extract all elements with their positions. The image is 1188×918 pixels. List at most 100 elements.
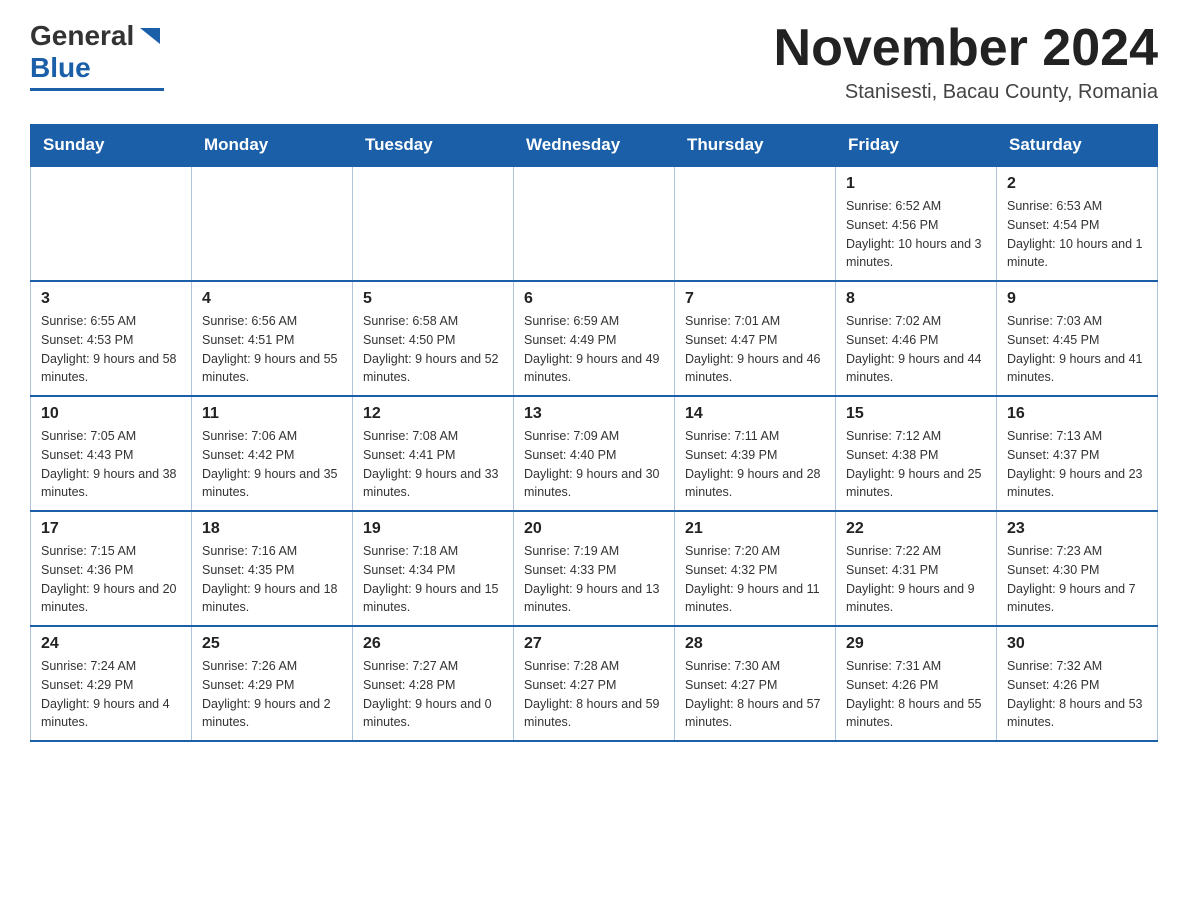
day-info: Sunrise: 7:24 AM Sunset: 4:29 PM Dayligh… <box>41 657 181 732</box>
calendar-cell: 20 Sunrise: 7:19 AM Sunset: 4:33 PM Dayli… <box>514 511 675 626</box>
day-info: Sunrise: 7:09 AM Sunset: 4:40 PM Dayligh… <box>524 427 664 502</box>
calendar-cell: 11 Sunrise: 7:06 AM Sunset: 4:42 PM Dayli… <box>192 396 353 511</box>
calendar-cell: 15 Sunrise: 7:12 AM Sunset: 4:38 PM Dayli… <box>836 396 997 511</box>
day-info: Sunrise: 6:55 AM Sunset: 4:53 PM Dayligh… <box>41 312 181 387</box>
day-info: Sunrise: 6:56 AM Sunset: 4:51 PM Dayligh… <box>202 312 342 387</box>
calendar-week-row: 10 Sunrise: 7:05 AM Sunset: 4:43 PM Dayli… <box>31 396 1158 511</box>
calendar-cell <box>31 166 192 281</box>
calendar-cell: 26 Sunrise: 7:27 AM Sunset: 4:28 PM Dayli… <box>353 626 514 741</box>
logo-triangle-icon <box>136 22 164 50</box>
day-info: Sunrise: 7:26 AM Sunset: 4:29 PM Dayligh… <box>202 657 342 732</box>
calendar-cell: 13Sunrise: 7:09 AM Sunset: 4:40 PM Dayli… <box>514 396 675 511</box>
calendar-cell: 28 Sunrise: 7:30 AM Sunset: 4:27 PM Dayli… <box>675 626 836 741</box>
calendar-week-row: 17 Sunrise: 7:15 AM Sunset: 4:36 PM Dayli… <box>31 511 1158 626</box>
column-header-sunday: Sunday <box>31 125 192 167</box>
day-info: Sunrise: 7:27 AM Sunset: 4:28 PM Dayligh… <box>363 657 503 732</box>
calendar-cell: 8Sunrise: 7:02 AM Sunset: 4:46 PM Daylig… <box>836 281 997 396</box>
calendar-cell: 18 Sunrise: 7:16 AM Sunset: 4:35 PM Dayli… <box>192 511 353 626</box>
calendar-cell: 4 Sunrise: 6:56 AM Sunset: 4:51 PM Daylig… <box>192 281 353 396</box>
calendar-week-row: 3 Sunrise: 6:55 AM Sunset: 4:53 PM Daylig… <box>31 281 1158 396</box>
calendar-cell: 17 Sunrise: 7:15 AM Sunset: 4:36 PM Dayli… <box>31 511 192 626</box>
page-header: General Blue November 2024 Stanisesti, B… <box>30 20 1158 104</box>
column-header-thursday: Thursday <box>675 125 836 167</box>
day-number: 26 <box>363 635 503 653</box>
day-info: Sunrise: 6:59 AM Sunset: 4:49 PM Dayligh… <box>524 312 664 387</box>
column-header-tuesday: Tuesday <box>353 125 514 167</box>
day-number: 19 <box>363 520 503 538</box>
day-number: 14 <box>685 405 825 423</box>
day-number: 22 <box>846 520 986 538</box>
calendar-cell: 9 Sunrise: 7:03 AM Sunset: 4:45 PM Daylig… <box>997 281 1158 396</box>
day-number: 6 <box>524 290 664 308</box>
column-header-saturday: Saturday <box>997 125 1158 167</box>
day-info: Sunrise: 7:30 AM Sunset: 4:27 PM Dayligh… <box>685 657 825 732</box>
calendar-cell: 29Sunrise: 7:31 AM Sunset: 4:26 PM Dayli… <box>836 626 997 741</box>
day-number: 24 <box>41 635 181 653</box>
day-number: 11 <box>202 405 342 423</box>
day-number: 2 <box>1007 175 1147 193</box>
day-number: 28 <box>685 635 825 653</box>
calendar-cell: 12 Sunrise: 7:08 AM Sunset: 4:41 PM Dayli… <box>353 396 514 511</box>
calendar-cell <box>192 166 353 281</box>
day-info: Sunrise: 7:16 AM Sunset: 4:35 PM Dayligh… <box>202 542 342 617</box>
day-info: Sunrise: 7:06 AM Sunset: 4:42 PM Dayligh… <box>202 427 342 502</box>
month-title: November 2024 <box>774 20 1158 77</box>
day-number: 16 <box>1007 405 1147 423</box>
calendar-cell: 3 Sunrise: 6:55 AM Sunset: 4:53 PM Daylig… <box>31 281 192 396</box>
day-info: Sunrise: 6:58 AM Sunset: 4:50 PM Dayligh… <box>363 312 503 387</box>
logo-general-text: General <box>30 20 134 52</box>
day-info: Sunrise: 7:01 AM Sunset: 4:47 PM Dayligh… <box>685 312 825 387</box>
calendar-week-row: 24 Sunrise: 7:24 AM Sunset: 4:29 PM Dayli… <box>31 626 1158 741</box>
day-info: Sunrise: 7:08 AM Sunset: 4:41 PM Dayligh… <box>363 427 503 502</box>
day-info: Sunrise: 7:13 AM Sunset: 4:37 PM Dayligh… <box>1007 427 1147 502</box>
day-number: 17 <box>41 520 181 538</box>
calendar-cell <box>353 166 514 281</box>
calendar-cell: 19 Sunrise: 7:18 AM Sunset: 4:34 PM Dayli… <box>353 511 514 626</box>
calendar-cell: 10 Sunrise: 7:05 AM Sunset: 4:43 PM Dayli… <box>31 396 192 511</box>
day-info: Sunrise: 7:32 AM Sunset: 4:26 PM Dayligh… <box>1007 657 1147 732</box>
calendar-cell: 21Sunrise: 7:20 AM Sunset: 4:32 PM Dayli… <box>675 511 836 626</box>
day-number: 25 <box>202 635 342 653</box>
calendar-cell: 1Sunrise: 6:52 AM Sunset: 4:56 PM Daylig… <box>836 166 997 281</box>
day-info: Sunrise: 7:15 AM Sunset: 4:36 PM Dayligh… <box>41 542 181 617</box>
calendar-cell <box>514 166 675 281</box>
calendar-cell: 23 Sunrise: 7:23 AM Sunset: 4:30 PM Dayli… <box>997 511 1158 626</box>
day-info: Sunrise: 7:05 AM Sunset: 4:43 PM Dayligh… <box>41 427 181 502</box>
calendar-cell <box>675 166 836 281</box>
day-info: Sunrise: 7:23 AM Sunset: 4:30 PM Dayligh… <box>1007 542 1147 617</box>
day-info: Sunrise: 7:18 AM Sunset: 4:34 PM Dayligh… <box>363 542 503 617</box>
day-number: 3 <box>41 290 181 308</box>
day-info: Sunrise: 7:19 AM Sunset: 4:33 PM Dayligh… <box>524 542 664 617</box>
day-number: 7 <box>685 290 825 308</box>
day-info: Sunrise: 7:12 AM Sunset: 4:38 PM Dayligh… <box>846 427 986 502</box>
calendar-cell: 5Sunrise: 6:58 AM Sunset: 4:50 PM Daylig… <box>353 281 514 396</box>
column-header-friday: Friday <box>836 125 997 167</box>
calendar-cell: 25 Sunrise: 7:26 AM Sunset: 4:29 PM Dayli… <box>192 626 353 741</box>
calendar-cell: 22Sunrise: 7:22 AM Sunset: 4:31 PM Dayli… <box>836 511 997 626</box>
day-number: 23 <box>1007 520 1147 538</box>
day-number: 29 <box>846 635 986 653</box>
title-section: November 2024 Stanisesti, Bacau County, … <box>774 20 1158 104</box>
calendar-table: SundayMondayTuesdayWednesdayThursdayFrid… <box>30 124 1158 742</box>
day-number: 10 <box>41 405 181 423</box>
location-subtitle: Stanisesti, Bacau County, Romania <box>774 81 1158 104</box>
day-number: 4 <box>202 290 342 308</box>
calendar-week-row: 1Sunrise: 6:52 AM Sunset: 4:56 PM Daylig… <box>31 166 1158 281</box>
day-number: 27 <box>524 635 664 653</box>
calendar-cell: 6 Sunrise: 6:59 AM Sunset: 4:49 PM Daylig… <box>514 281 675 396</box>
day-number: 15 <box>846 405 986 423</box>
day-number: 9 <box>1007 290 1147 308</box>
calendar-cell: 24 Sunrise: 7:24 AM Sunset: 4:29 PM Dayli… <box>31 626 192 741</box>
column-header-monday: Monday <box>192 125 353 167</box>
logo-blue-text: Blue <box>30 52 91 84</box>
calendar-cell: 2Sunrise: 6:53 AM Sunset: 4:54 PM Daylig… <box>997 166 1158 281</box>
calendar-cell: 7 Sunrise: 7:01 AM Sunset: 4:47 PM Daylig… <box>675 281 836 396</box>
calendar-header-row: SundayMondayTuesdayWednesdayThursdayFrid… <box>31 125 1158 167</box>
day-info: Sunrise: 7:28 AM Sunset: 4:27 PM Dayligh… <box>524 657 664 732</box>
day-number: 20 <box>524 520 664 538</box>
calendar-cell: 30Sunrise: 7:32 AM Sunset: 4:26 PM Dayli… <box>997 626 1158 741</box>
day-number: 12 <box>363 405 503 423</box>
day-info: Sunrise: 7:03 AM Sunset: 4:45 PM Dayligh… <box>1007 312 1147 387</box>
calendar-cell: 27 Sunrise: 7:28 AM Sunset: 4:27 PM Dayli… <box>514 626 675 741</box>
day-number: 18 <box>202 520 342 538</box>
